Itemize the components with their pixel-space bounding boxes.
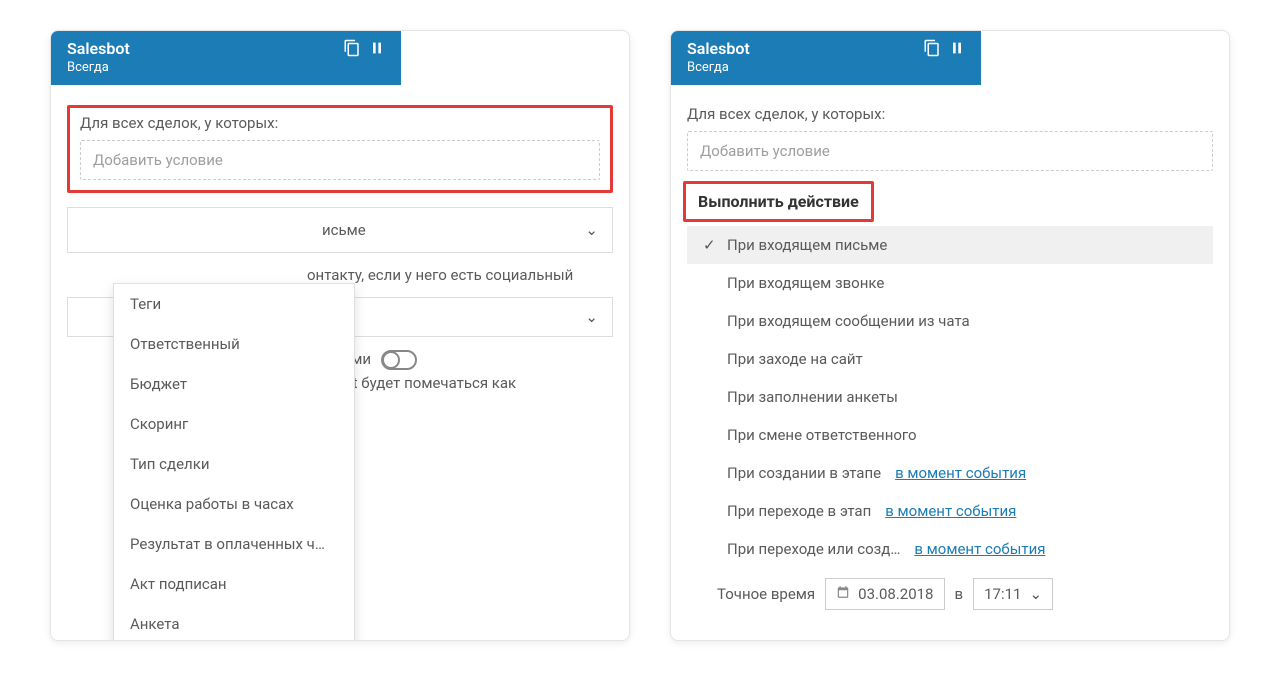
condition-highlight: Для всех сделок, у которых: Добавить усл… bbox=[67, 105, 613, 193]
header-subtitle: Всегда bbox=[687, 60, 750, 75]
action-title-highlight: Выполнить действие bbox=[683, 181, 874, 222]
copy-icon[interactable] bbox=[923, 39, 941, 61]
action-item-site[interactable]: При заходе на сайт bbox=[687, 340, 1213, 378]
panel-left: Salesbot Всегда Для всех сделок, у котор… bbox=[50, 30, 630, 641]
action-item-email[interactable]: ✓ При входящем письме bbox=[687, 226, 1213, 264]
dropdown-item-responsible[interactable]: Ответственный bbox=[114, 324, 354, 364]
calendar-icon bbox=[836, 585, 850, 603]
dropdown-item-paid-hours[interactable]: Результат в оплаченных ч… bbox=[114, 524, 354, 564]
condition-dropdown: Теги Ответственный Бюджет Скоринг Тип сд… bbox=[113, 283, 355, 641]
header-title: Salesbot bbox=[67, 39, 130, 58]
action-item-chat[interactable]: При входящем сообщении из чата bbox=[687, 302, 1213, 340]
panel-header: Salesbot Всегда bbox=[671, 31, 981, 85]
chevron-down-icon[interactable]: ⌄ bbox=[585, 221, 598, 239]
moment-link[interactable]: в момент события bbox=[885, 502, 1016, 520]
action-item-stage-move[interactable]: При переходе в этап в момент события bbox=[687, 492, 1213, 530]
dropdown-item-form[interactable]: Анкета bbox=[114, 604, 354, 641]
condition-label: Для всех сделок, у которых: bbox=[687, 105, 1213, 123]
add-condition-input[interactable]: Добавить условие bbox=[687, 131, 1213, 171]
header-title: Salesbot bbox=[687, 39, 750, 58]
add-condition-input[interactable]: Добавить условие bbox=[80, 140, 600, 180]
chevron-down-icon[interactable]: ⌄ bbox=[585, 308, 598, 326]
action-list: ✓ При входящем письме При входящем звонк… bbox=[687, 226, 1213, 620]
exact-time-label: Точное время bbox=[717, 585, 815, 603]
time-picker[interactable]: 17:11 ⌄ bbox=[973, 578, 1053, 610]
dropdown-item-hours[interactable]: Оценка работы в часах bbox=[114, 484, 354, 524]
dropdown-item-budget[interactable]: Бюджет bbox=[114, 364, 354, 404]
pause-icon[interactable] bbox=[949, 39, 965, 61]
header-subtitle: Всегда bbox=[67, 60, 130, 75]
action-item-form[interactable]: При заполнении анкеты bbox=[687, 378, 1213, 416]
dropdown-item-act-signed[interactable]: Акт подписан bbox=[114, 564, 354, 604]
condition-label: Для всех сделок, у которых: bbox=[80, 114, 600, 132]
action-item-stage-move-create[interactable]: При переходе или созд… в момент события bbox=[687, 530, 1213, 568]
toggle-switch[interactable] bbox=[381, 350, 417, 370]
date-picker[interactable]: 03.08.2018 bbox=[825, 578, 944, 610]
copy-icon[interactable] bbox=[343, 39, 361, 61]
panel-header: Salesbot Всегда bbox=[51, 31, 401, 85]
panel-right: Salesbot Всегда Для всех сделок, у котор… bbox=[670, 30, 1230, 641]
dropdown-item-tags[interactable]: Теги bbox=[114, 284, 354, 324]
dropdown-item-scoring[interactable]: Скоринг bbox=[114, 404, 354, 444]
action-section-title: Выполнить действие bbox=[698, 192, 859, 211]
exact-time-row: Точное время 03.08.2018 в 17:11 ⌄ bbox=[687, 568, 1213, 620]
action-item-responsible[interactable]: При смене ответственного bbox=[687, 416, 1213, 454]
moment-link[interactable]: в момент события bbox=[895, 464, 1026, 482]
dropdown-item-deal-type[interactable]: Тип сделки bbox=[114, 444, 354, 484]
moment-link[interactable]: в момент события bbox=[914, 540, 1045, 558]
chevron-down-icon: ⌄ bbox=[1029, 585, 1042, 603]
check-icon: ✓ bbox=[703, 236, 717, 254]
action-item-stage-create[interactable]: При создании в этапе в момент события bbox=[687, 454, 1213, 492]
pause-icon[interactable] bbox=[369, 39, 385, 61]
action-item-call[interactable]: При входящем звонке bbox=[687, 264, 1213, 302]
